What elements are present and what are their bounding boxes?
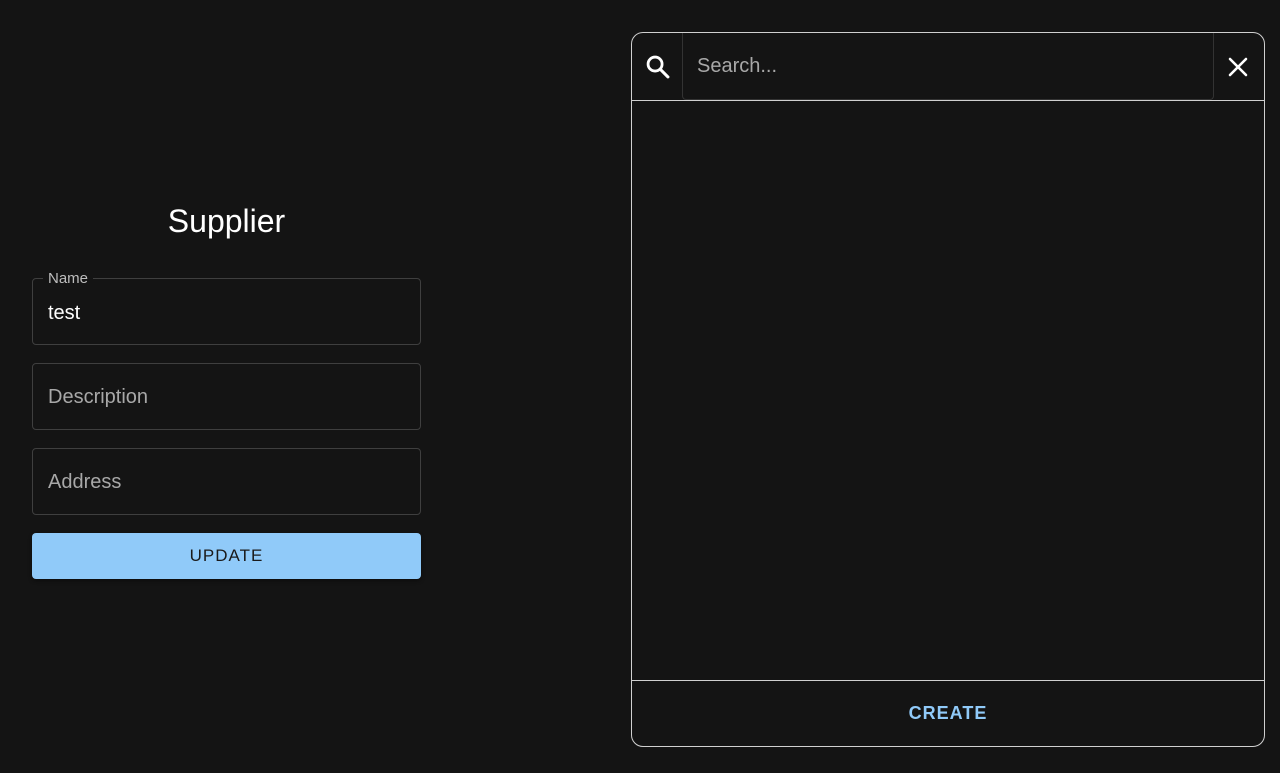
search-input[interactable] xyxy=(682,33,1214,100)
close-icon xyxy=(1220,57,1256,88)
search-dialog: CREATE xyxy=(631,32,1265,747)
supplier-form: Supplier Name test Description Address U… xyxy=(32,190,421,579)
search-bar xyxy=(632,33,1264,101)
name-field-value[interactable]: test xyxy=(48,301,80,325)
name-field[interactable]: Name test xyxy=(32,271,421,345)
close-button[interactable] xyxy=(1220,49,1256,85)
name-field-label: Name xyxy=(43,271,94,287)
address-field-placeholder[interactable]: Address xyxy=(48,470,121,494)
search-results-list xyxy=(632,101,1264,680)
page: Supplier Name test Description Address U… xyxy=(0,0,1280,773)
dialog-footer: CREATE xyxy=(632,680,1264,746)
create-button[interactable]: CREATE xyxy=(893,695,1004,732)
form-title: Supplier xyxy=(167,203,286,239)
description-field[interactable]: Description xyxy=(32,363,421,430)
search-icon xyxy=(644,53,672,81)
description-field-placeholder[interactable]: Description xyxy=(48,385,148,409)
address-field[interactable]: Address xyxy=(32,448,421,515)
update-button[interactable]: UPDATE xyxy=(32,533,421,579)
